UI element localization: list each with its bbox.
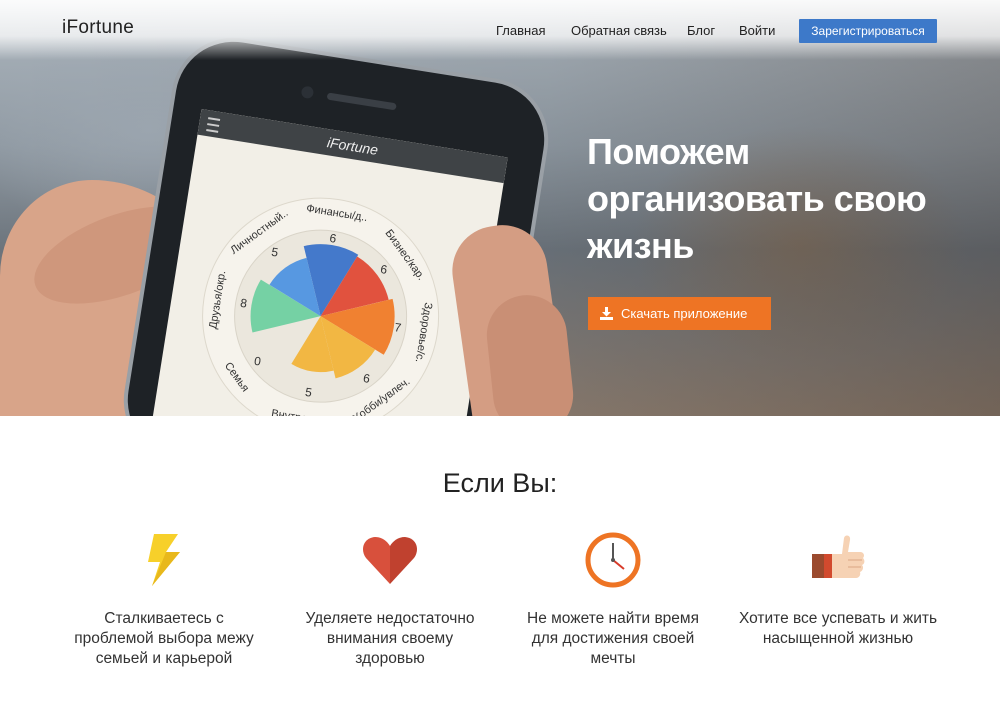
feature-text: Хотите все успевать и жить насыщенной жи… [738, 610, 938, 647]
download-app-button[interactable]: Скачать приложение [588, 297, 771, 330]
site-logo[interactable]: iFortune [62, 17, 134, 39]
phone-app-title: iFortune [325, 134, 380, 158]
hero-banner: iFortune Финансы/д.. Бизнес/кар. Здоровье/… [0, 0, 1000, 416]
feature-text: Уделяете недостаточно внимания своему зд… [305, 610, 475, 667]
heart-icon [363, 537, 417, 584]
clock-icon [585, 532, 641, 588]
feature-text: Не можете найти время для достижения сво… [527, 610, 699, 667]
nav-link-login[interactable]: Войти [739, 23, 775, 38]
hamburger-menu-icon [206, 117, 221, 133]
download-icon [600, 307, 613, 320]
nav-link-feedback[interactable]: Обратная связь [571, 23, 667, 38]
thumbs-up-icon [812, 535, 865, 578]
nav-link-home[interactable]: Главная [496, 23, 545, 38]
download-app-label: Скачать приложение [621, 306, 748, 321]
lightning-icon [148, 534, 180, 586]
feature-text: Сталкиваетесь с проблемой выбора межу се… [74, 610, 254, 667]
hero-headline: Поможем организовать свою жизнь [587, 131, 927, 266]
phone-speaker [326, 92, 397, 111]
top-navigation-bar: iFortune Главная Обратная связь Блог Вой… [0, 0, 1000, 60]
register-button[interactable]: Зарегистрироваться [799, 19, 937, 43]
nav-link-blog[interactable]: Блог [687, 23, 715, 38]
section-title: Если Вы: [442, 468, 558, 498]
life-wheel-chart: Финансы/д..Бизнес/кар.Здоровье/с.Хобби/у… [202, 197, 440, 416]
phone-camera [300, 85, 315, 100]
